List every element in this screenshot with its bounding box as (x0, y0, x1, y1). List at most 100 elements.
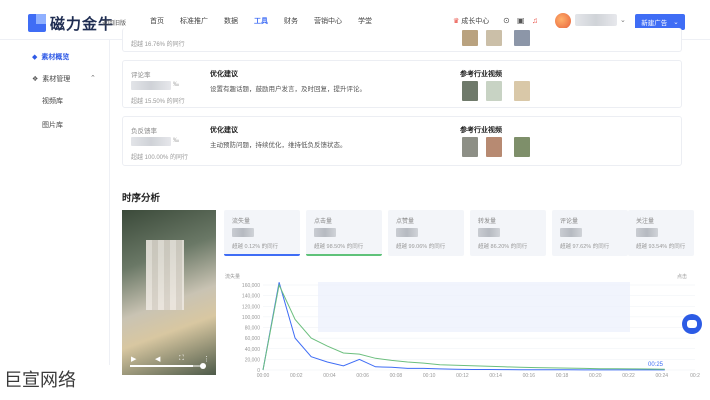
reference-video-thumb[interactable] (486, 137, 502, 157)
tile-name: 点赞量 (396, 219, 415, 225)
x-tick-label: 00:10 (423, 373, 436, 379)
video-player[interactable]: ▶ ◀ ⛶ ⋮ (122, 210, 216, 375)
y-axis-label: 流失量 (225, 273, 240, 280)
bell-icon[interactable]: ♫ (532, 16, 538, 25)
x-tick-label: 00:22 (622, 373, 635, 379)
video-frame-redacted (146, 240, 184, 310)
metric-percentile: 超越 100.00% 的同行 (131, 155, 189, 161)
x-tick-label: 00:16 (523, 373, 536, 379)
sidebar-item-overview[interactable]: ◆ 素材概览 (32, 52, 69, 62)
chevron-down-icon: ⌄ (673, 19, 679, 26)
metric-tile[interactable]: 评论量 超越 97.62% 的同行 (552, 210, 628, 256)
chart-redacted-region (318, 282, 630, 332)
video-duration: 00:25 (648, 362, 664, 368)
advice-title: 优化建议 (210, 127, 238, 134)
metric-tile[interactable]: 关注量 超越 93.54% 的同行 (628, 210, 694, 256)
x-tick-label: 00:02 (290, 373, 303, 379)
message-icon[interactable]: ▣ (517, 16, 525, 25)
sidebar-item-video-library[interactable]: 视频库 (42, 96, 63, 106)
watermark-logo: 巨宣网络 (4, 370, 76, 390)
sidebar-item-label: 素材管理 (42, 76, 71, 83)
metric-card: 超越 16.76% 的同行 (122, 28, 682, 52)
x-tick-label: 00:00 (257, 373, 270, 379)
x-tick-label: 00:20 (589, 373, 602, 379)
trophy-icon: ♛ (453, 18, 460, 25)
reference-video-thumb[interactable] (514, 30, 530, 46)
metric-card: 负反馈率 ‰ 超越 100.00% 的同行 优化建议 主动预防问题，持续优化，维… (122, 116, 682, 166)
tile-percentile: 超越 0.12% 的同行 (232, 244, 279, 250)
x-tick-label: 00:2 (690, 373, 700, 379)
advice-text: 主动预防问题，持续优化，维持低负反馈状态。 (210, 142, 347, 149)
tile-name: 评论量 (560, 219, 579, 225)
metric-tile[interactable]: 转发量超越 86.20% 的同行 (470, 210, 546, 256)
x-tick-label: 00:06 (356, 373, 369, 379)
progress-handle[interactable] (200, 363, 206, 369)
sidebar-item-management[interactable]: ❖ 素材管理 (32, 74, 70, 84)
tile-value-redacted (478, 228, 500, 237)
growth-label: 成长中心 (461, 18, 490, 25)
y-tick-label: 40,000 (245, 347, 261, 353)
metric-tile[interactable]: 点赞量超越 99.06% 的同行 (388, 210, 464, 256)
x-tick-label: 00:04 (323, 373, 336, 379)
metric-percentile: 超越 16.76% 的同行 (131, 42, 185, 48)
user-name-redacted (575, 14, 617, 26)
tile-percentile: 超越 93.54% 的同行 (636, 244, 686, 250)
y-tick-label: 140,000 (242, 294, 260, 300)
chevron-up-icon[interactable]: ⌃ (90, 74, 96, 82)
account-switch[interactable]: 返回旧版 (102, 18, 126, 27)
grid-icon: ❖ (32, 76, 39, 83)
logo-icon (28, 14, 46, 32)
metric-unit: ‰ (173, 138, 179, 144)
tile-value-redacted (314, 228, 336, 237)
reference-video-thumb[interactable] (514, 81, 530, 101)
shield-icon: ◆ (32, 54, 38, 61)
avatar[interactable] (555, 13, 571, 29)
tile-name: 转发量 (478, 219, 497, 225)
tile-value-redacted (396, 228, 418, 237)
reference-video-thumb[interactable] (462, 30, 478, 46)
chat-support-icon[interactable] (682, 314, 702, 334)
advice-text: 设置有趣话题，鼓励用户发言，及时回复，提升评论。 (210, 86, 366, 93)
reference-video-thumb[interactable] (462, 137, 478, 157)
tile-percentile: 超越 99.06% 的同行 (396, 244, 446, 250)
sidebar-item-label: 素材概览 (41, 54, 70, 61)
metric-percentile: 超越 15.50% 的同行 (131, 99, 185, 105)
x-tick-label: 00:14 (489, 373, 502, 379)
tile-percentile: 超越 86.20% 的同行 (478, 244, 528, 250)
reference-video-thumb[interactable] (486, 30, 502, 46)
chevron-down-icon[interactable]: ⌄ (620, 16, 626, 24)
x-tick-label: 00:24 (656, 373, 669, 379)
reference-video-thumb[interactable] (462, 81, 478, 101)
reference-title: 参考行业视频 (460, 71, 502, 78)
reference-video-thumb[interactable] (486, 81, 502, 101)
sidebar-item-image-library[interactable]: 图片库 (42, 120, 63, 130)
y-tick-label: 100,000 (242, 315, 260, 321)
metric-name: 负反馈率 (131, 128, 157, 135)
advice-title: 优化建议 (210, 71, 238, 78)
help-icon[interactable]: ⊙ (503, 16, 510, 25)
y-tick-label: 160,000 (242, 283, 260, 289)
tile-value-redacted (232, 228, 254, 237)
metric-value-redacted (131, 81, 171, 90)
video-progress[interactable] (130, 365, 204, 367)
growth-center-link[interactable]: ♛ 成长中心 (453, 16, 489, 26)
sidebar: ◆ 素材概览 ❖ 素材管理 ⌃ 视频库 图片库 (0, 40, 110, 365)
y-tick-label: 120,000 (242, 304, 260, 310)
metric-tile[interactable]: 点击量超越 98.50% 的同行 (306, 210, 382, 256)
tile-value-redacted (636, 228, 658, 237)
reference-title: 参考行业视频 (460, 127, 502, 134)
metric-tile[interactable]: 流失量超越 0.12% 的同行 (224, 210, 300, 256)
more-icon[interactable]: ⋮ (203, 355, 210, 363)
volume-icon[interactable]: ◀ (155, 355, 160, 363)
reference-video-thumb[interactable] (514, 137, 530, 157)
tile-name: 流失量 (232, 219, 251, 225)
tile-name: 点击量 (314, 219, 333, 225)
play-icon[interactable]: ▶ (131, 355, 136, 363)
y-tick-label: 80,000 (245, 326, 261, 332)
x-tick-label: 00:18 (556, 373, 569, 379)
x-tick-label: 00:08 (390, 373, 403, 379)
section-title: 时序分析 (122, 193, 161, 204)
y2-axis-label: 点击 (677, 273, 687, 280)
tile-percentile: 超越 98.50% 的同行 (314, 244, 364, 250)
fullscreen-icon[interactable]: ⛶ (179, 355, 184, 363)
